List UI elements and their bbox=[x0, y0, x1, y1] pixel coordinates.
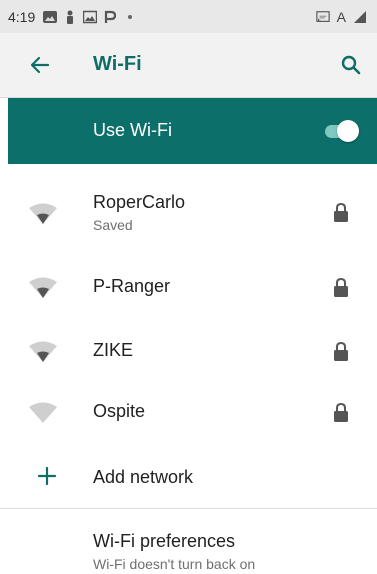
add-network-button[interactable]: Add network bbox=[0, 449, 377, 505]
network-name: RoperCarlo bbox=[93, 192, 186, 212]
page-title: Wi-Fi bbox=[93, 53, 142, 75]
lock-icon bbox=[334, 202, 348, 222]
use-wifi-switch-bar[interactable]: Use Wi-Fi bbox=[8, 98, 377, 164]
divider bbox=[0, 508, 377, 509]
wifi-preferences-summary: Wi-Fi doesn't turn back on bbox=[93, 556, 256, 572]
back-button[interactable] bbox=[28, 53, 52, 77]
cast-icon bbox=[315, 10, 330, 24]
network-item[interactable]: ZIKE bbox=[0, 320, 377, 380]
arrow-back-icon bbox=[30, 56, 50, 74]
status-icons-right: A bbox=[315, 0, 367, 33]
use-wifi-label: Use Wi-Fi bbox=[93, 120, 172, 140]
status-bar: 4:19 A bbox=[0, 0, 377, 33]
lock-icon bbox=[334, 277, 348, 297]
network-item[interactable]: RoperCarlo Saved bbox=[0, 180, 377, 240]
signal-icon bbox=[353, 10, 367, 24]
wifi-signal-icon bbox=[29, 203, 57, 224]
lock-icon bbox=[334, 341, 348, 361]
lock-icon bbox=[334, 402, 348, 422]
plus-icon bbox=[37, 466, 57, 486]
wifi-signal-icon bbox=[29, 341, 57, 362]
wifi-signal-icon bbox=[29, 277, 57, 298]
wifi-preferences-title: Wi-Fi preferences bbox=[93, 531, 236, 551]
network-item[interactable]: P-Ranger bbox=[0, 256, 377, 316]
toggle-thumb bbox=[337, 120, 359, 142]
add-network-label: Add network bbox=[93, 467, 194, 487]
gallery-icon bbox=[43, 10, 58, 24]
p-icon bbox=[103, 10, 117, 24]
status-icons-left bbox=[43, 10, 137, 24]
network-item[interactable]: Ospite bbox=[0, 381, 377, 441]
network-status: Saved bbox=[93, 217, 133, 233]
a-icon: A bbox=[336, 8, 346, 25]
network-name: P-Ranger bbox=[93, 276, 171, 296]
search-icon bbox=[341, 55, 361, 75]
status-time: 4:19 bbox=[8, 8, 36, 25]
image-icon bbox=[83, 10, 98, 24]
wifi-toggle[interactable] bbox=[323, 120, 359, 142]
wifi-preferences-item[interactable]: Wi-Fi preferences Wi-Fi doesn't turn bac… bbox=[0, 520, 377, 574]
network-name: ZIKE bbox=[93, 340, 134, 360]
wifi-signal-icon bbox=[29, 402, 57, 423]
network-name: Ospite bbox=[93, 401, 146, 421]
dot-icon bbox=[123, 10, 137, 24]
app-bar: Wi-Fi bbox=[0, 33, 377, 98]
search-button[interactable] bbox=[339, 53, 363, 77]
person-icon bbox=[63, 10, 77, 24]
